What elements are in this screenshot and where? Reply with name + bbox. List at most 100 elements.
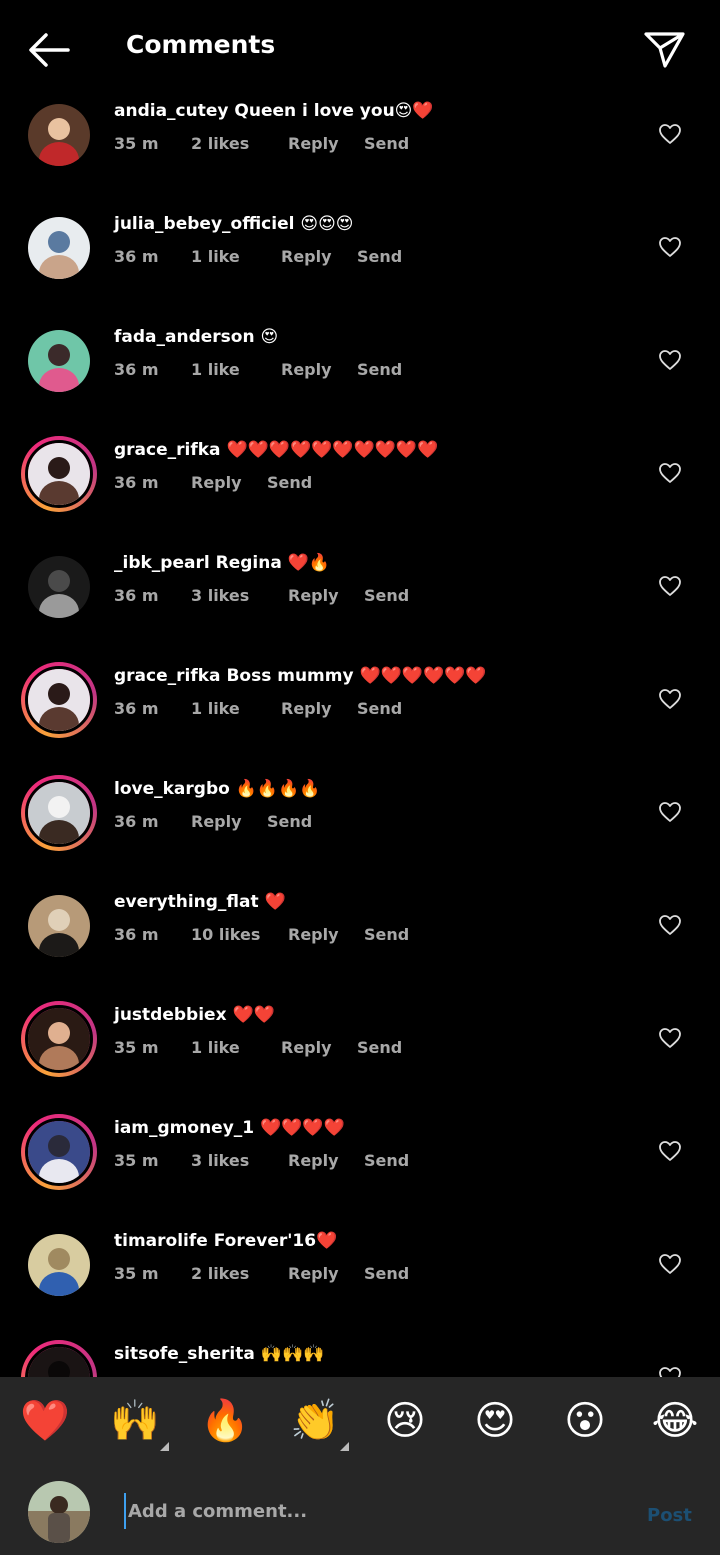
- send-button[interactable]: Send: [357, 1038, 402, 1057]
- like-comment-button[interactable]: [658, 1366, 682, 1377]
- comment-username[interactable]: grace_rifka: [114, 666, 221, 686]
- comment-row[interactable]: timarolife Forever'16❤️ 35 m 2 likes Reply S…: [0, 1229, 720, 1342]
- like-comment-button[interactable]: [658, 575, 682, 597]
- comment-timestamp: 36 m: [114, 360, 159, 379]
- like-comment-button[interactable]: [658, 801, 682, 823]
- send-button[interactable]: Send: [267, 812, 312, 831]
- like-comment-button[interactable]: [658, 123, 682, 145]
- comment-input[interactable]: [124, 1493, 604, 1529]
- comment-row[interactable]: julia_bebey_officiel 😍😍😍 36 m 1 like Reply S…: [0, 212, 720, 325]
- comment-like-count[interactable]: 2 likes: [191, 1264, 288, 1283]
- like-comment-button[interactable]: [658, 688, 682, 710]
- reply-button[interactable]: Reply: [288, 1264, 364, 1283]
- red-heart-emoji[interactable]: ❤️: [19, 1395, 71, 1447]
- raising-hands-emoji[interactable]: 🙌: [109, 1395, 169, 1451]
- like-comment-button[interactable]: [658, 1140, 682, 1162]
- comment-row[interactable]: grace_rifka Boss mummy ❤️❤️❤️❤️❤️❤️ 36 m 1…: [0, 662, 720, 777]
- send-button[interactable]: Send: [267, 473, 312, 492]
- send-button[interactable]: Send: [357, 699, 402, 718]
- like-comment-button[interactable]: [658, 1253, 682, 1275]
- comment-row[interactable]: fada_anderson 😍 36 m 1 like Reply Send: [0, 325, 720, 438]
- story-ring-avatar[interactable]: [21, 1114, 97, 1190]
- comment-username[interactable]: _ibk_pearl: [114, 553, 210, 573]
- comment-username[interactable]: everything_flat: [114, 892, 259, 912]
- like-comment-button[interactable]: [658, 349, 682, 371]
- comment-like-count[interactable]: 1 like: [191, 1038, 281, 1057]
- story-ring-avatar[interactable]: [21, 1340, 97, 1377]
- send-button[interactable]: Send: [364, 586, 409, 605]
- comment-username[interactable]: timarolife: [114, 1231, 208, 1251]
- comment-row[interactable]: iam_gmoney_1 ❤️❤️❤️❤️ 35 m 3 likes Reply Sen…: [0, 1114, 720, 1229]
- send-button[interactable]: Send: [364, 134, 409, 153]
- story-ring-avatar[interactable]: [21, 775, 97, 851]
- comment-like-count[interactable]: 2 likes: [191, 134, 288, 153]
- avatar[interactable]: [28, 217, 90, 279]
- comment-row[interactable]: sitsofe_sherita 🙌🙌🙌: [0, 1340, 720, 1377]
- comment-timestamp: 36 m: [114, 925, 159, 944]
- comment-like-count[interactable]: 3 likes: [191, 586, 288, 605]
- like-comment-button[interactable]: [658, 236, 682, 258]
- send-button[interactable]: Send: [364, 1264, 409, 1283]
- clapping-hands-emoji[interactable]: 👏: [289, 1395, 349, 1451]
- reply-button[interactable]: Reply: [281, 1038, 357, 1057]
- comment-row[interactable]: _ibk_pearl Regina ❤️🔥 36 m 3 likes Reply Sen…: [0, 551, 720, 664]
- avatar[interactable]: [28, 556, 90, 618]
- back-button[interactable]: [26, 30, 72, 70]
- comment-row[interactable]: andia_cutey Queen i love you😍❤️ 35 m 2 lik…: [0, 99, 720, 212]
- comment-body: Queen i love you😍❤️: [234, 101, 434, 121]
- comment-list[interactable]: andia_cutey Queen i love you😍❤️ 35 m 2 lik…: [0, 96, 720, 1377]
- comment-username[interactable]: love_kargbo: [114, 779, 230, 799]
- comment-body: 😍😍😍: [300, 214, 354, 234]
- reply-button[interactable]: Reply: [288, 1151, 364, 1170]
- reply-button[interactable]: Reply: [288, 925, 364, 944]
- comment-username[interactable]: justdebbiex: [114, 1005, 227, 1025]
- reply-button[interactable]: Reply: [281, 247, 357, 266]
- comment-username[interactable]: fada_anderson: [114, 327, 255, 347]
- post-button[interactable]: Post: [647, 1505, 692, 1526]
- story-ring-avatar[interactable]: [21, 662, 97, 738]
- comment-row[interactable]: love_kargbo 🔥🔥🔥🔥 36 m Reply Send: [0, 775, 720, 890]
- comment-like-count[interactable]: 1 like: [191, 699, 281, 718]
- comment-timestamp: 36 m: [114, 699, 159, 718]
- comment-like-count[interactable]: 1 like: [191, 247, 281, 266]
- story-ring-avatar[interactable]: [21, 436, 97, 512]
- reply-button[interactable]: Reply: [191, 812, 267, 831]
- reply-button[interactable]: Reply: [281, 360, 357, 379]
- comment-username[interactable]: grace_rifka: [114, 440, 221, 460]
- avatar[interactable]: [28, 104, 90, 166]
- comment-username[interactable]: julia_bebey_officiel: [114, 214, 294, 234]
- comment-like-count[interactable]: 1 like: [191, 360, 281, 379]
- send-button[interactable]: Send: [364, 925, 409, 944]
- send-button[interactable]: Send: [364, 1151, 409, 1170]
- comment-row[interactable]: justdebbiex ❤️❤️ 35 m 1 like Reply Send: [0, 1001, 720, 1116]
- story-ring-avatar[interactable]: [21, 1001, 97, 1077]
- share-button[interactable]: [642, 28, 686, 70]
- fire-emoji[interactable]: 🔥: [199, 1395, 251, 1447]
- send-button[interactable]: Send: [357, 360, 402, 379]
- like-comment-button[interactable]: [658, 462, 682, 484]
- reply-button[interactable]: Reply: [191, 473, 267, 492]
- heart-outline-icon: [659, 350, 681, 370]
- comment-username[interactable]: iam_gmoney_1: [114, 1118, 254, 1138]
- reaction-glyph: 🔥: [200, 1398, 250, 1444]
- reply-button[interactable]: Reply: [288, 134, 364, 153]
- comment-like-count[interactable]: 10 likes: [191, 925, 288, 944]
- reaction-glyph: ❤️: [20, 1398, 70, 1444]
- send-button[interactable]: Send: [357, 247, 402, 266]
- like-comment-button[interactable]: [658, 914, 682, 936]
- comment-username[interactable]: andia_cutey: [114, 101, 228, 121]
- tears-of-joy-emoji[interactable]: 😂: [649, 1395, 701, 1447]
- comment-row[interactable]: everything_flat ❤️ 36 m 10 likes Reply Send: [0, 890, 720, 1003]
- heart-eyes-emoji[interactable]: 😍: [469, 1395, 521, 1447]
- comment-like-count[interactable]: 3 likes: [191, 1151, 288, 1170]
- comment-row[interactable]: grace_rifka ❤️❤️❤️❤️❤️❤️❤️❤️❤️❤️ 36 m Repl…: [0, 436, 720, 551]
- avatar[interactable]: [28, 330, 90, 392]
- avatar[interactable]: [28, 1234, 90, 1296]
- avatar[interactable]: [28, 895, 90, 957]
- surprised-face-emoji[interactable]: 😮: [559, 1395, 611, 1447]
- crying-face-emoji[interactable]: 😢: [379, 1395, 431, 1447]
- reply-button[interactable]: Reply: [288, 586, 364, 605]
- like-comment-button[interactable]: [658, 1027, 682, 1049]
- reply-button[interactable]: Reply: [281, 699, 357, 718]
- comment-username[interactable]: sitsofe_sherita: [114, 1344, 255, 1364]
